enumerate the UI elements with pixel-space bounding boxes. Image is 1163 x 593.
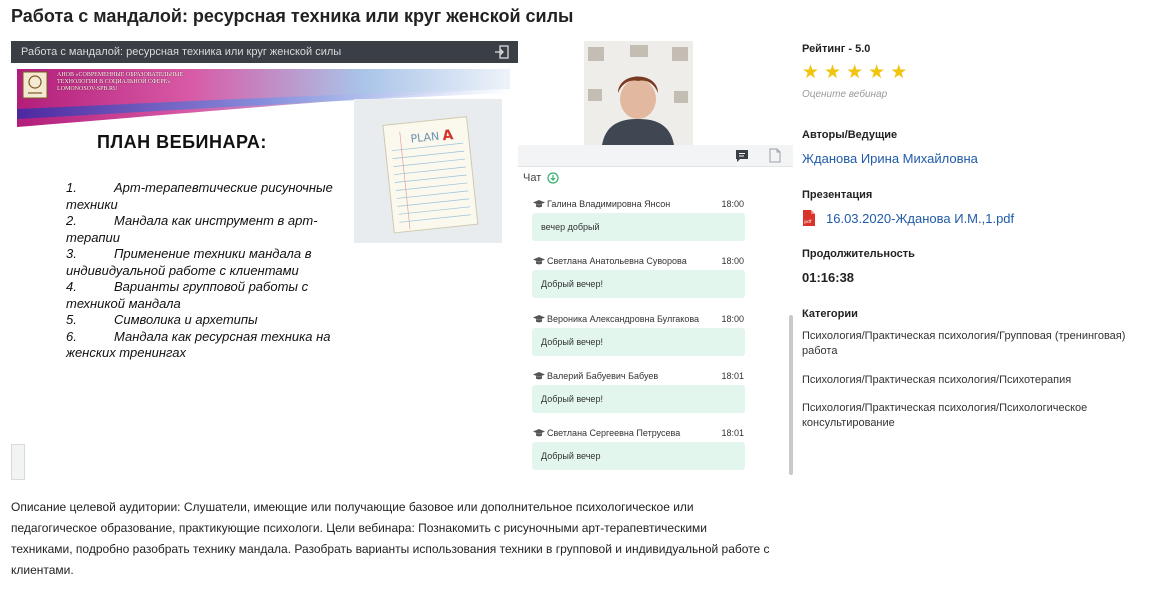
author-link[interactable]: Жданова Ирина Михайловна (802, 151, 978, 166)
chat-time: 18:01 (721, 371, 744, 381)
plan-item: 5. Символика и архетипы (66, 312, 258, 327)
plan-a-notepad-image: PLAN A (354, 99, 502, 243)
chat-message-text: вечер добрый (532, 213, 745, 241)
graduation-cap-icon (533, 315, 545, 323)
chat-message-text: Добрый вечер! (532, 328, 745, 356)
plan-item: 2. Мандала как инструмент в арт-терапии (66, 213, 318, 245)
star-icon[interactable]: ★ (846, 63, 863, 82)
chat-panel: Чат Галина Владимировна Янсон 18:00 вече… (518, 145, 793, 481)
chat-author: Светлана Сергеевна Петрусева (547, 428, 681, 438)
plan-item: 4. Варианты групповой работы с техникой м… (66, 279, 309, 311)
plan-item: 6. Мандала как ресурсная техника на женск… (66, 328, 331, 361)
rating-label: Рейтинг - 5.0 (802, 43, 871, 55)
graduation-cap-icon (533, 257, 545, 265)
chat-message-text: Добрый вечер! (532, 385, 745, 413)
player-title: Работа с мандалой: ресурсная техника или… (21, 46, 342, 58)
player-title-bar: Работа с мандалой: ресурсная техника или… (11, 41, 518, 63)
webinar-description: Описание целевой аудитории: Слушатели, и… (11, 500, 770, 577)
chat-message-text: Добрый вечер (532, 442, 745, 470)
chat-author: Галина Владимировна Янсон (547, 199, 671, 209)
svg-text:pdf: pdf (804, 219, 812, 225)
star-icon[interactable]: ★ (802, 63, 819, 82)
chat-author: Вероника Александровна Булгакова (547, 314, 700, 324)
slide-plan-title: ПЛАН ВЕБИНАРА: (97, 132, 267, 152)
chat-scrollbar[interactable] (789, 315, 793, 475)
page-title: Работа с мандалой: ресурсная техника или… (11, 6, 574, 26)
organization-logo-icon (22, 71, 48, 99)
star-icon[interactable]: ★ (890, 63, 907, 82)
pdf-file-icon[interactable]: pdf (802, 209, 816, 227)
category-link[interactable]: Психология/Практическая психология/Групп… (802, 329, 1132, 359)
rate-webinar-hint[interactable]: Оцените вебинар (802, 89, 887, 100)
slide-tool-strip[interactable] (11, 444, 25, 480)
chat-message: Галина Владимировна Янсон 18:00 вечер до… (532, 198, 745, 241)
download-info-icon[interactable] (547, 172, 559, 184)
chat-header: Чат (523, 172, 542, 184)
chat-time: 18:00 (721, 256, 744, 266)
duration-value: 01:16:38 (802, 270, 855, 285)
graduation-cap-icon (533, 429, 545, 437)
exit-fullscreen-icon[interactable] (494, 44, 510, 60)
svg-text:A: A (442, 127, 455, 144)
authors-label: Авторы/Ведущие (802, 129, 898, 141)
star-icon[interactable]: ★ (868, 63, 885, 82)
presenter-video[interactable] (584, 41, 693, 145)
slide-plan-list: 1. Арт-терапевтические рисуночные техники… (66, 180, 336, 362)
chat-message: Светлана Сергеевна Петрусева 18:01 Добры… (532, 427, 745, 470)
presentation-label: Презентация (802, 189, 873, 201)
chat-message-text: Добрый вечер! (532, 270, 745, 298)
chat-message: Валерий Бабуевич Бабуев 18:01 Добрый веч… (532, 370, 745, 413)
presentation-file-link[interactable]: 16.03.2020-Жданова И.М.,1.pdf (826, 211, 1014, 226)
chat-author: Светлана Анатольевна Суворова (547, 256, 687, 266)
duration-label: Продолжительность (802, 248, 915, 260)
plan-item: 1. Арт-терапевтические рисуночные техники (66, 180, 333, 212)
chat-time: 18:00 (721, 199, 744, 209)
chat-author: Валерий Бабуевич Бабуев (547, 371, 659, 381)
plan-item: 3. Применение техники мандала в индивидуа… (66, 246, 312, 278)
rating-stars[interactable]: ★ ★ ★ ★ ★ (802, 63, 912, 82)
chat-time: 18:00 (721, 314, 744, 324)
category-link[interactable]: Психология/Практическая психология/Психо… (802, 401, 1132, 431)
chat-bubble-icon[interactable] (735, 149, 749, 163)
category-link[interactable]: Психология/Практическая психология/Психо… (802, 373, 1132, 388)
banner-organization-text: АНОВ «СОВРЕМЕННЫЕ ОБРАЗОВАТЕЛЬНЫЕ ТЕХНОЛ… (57, 72, 184, 92)
presentation-slide: АНОВ «СОВРЕМЕННЫЕ ОБРАЗОВАТЕЛЬНЫЕ ТЕХНОЛ… (11, 63, 518, 481)
chat-toolbar (518, 145, 793, 167)
star-icon[interactable]: ★ (824, 63, 841, 82)
webinar-player: Работа с мандалой: ресурсная техника или… (11, 41, 518, 481)
graduation-cap-icon (533, 200, 545, 208)
chat-message: Вероника Александровна Булгакова 18:00 Д… (532, 313, 745, 356)
chat-message: Светлана Анатольевна Суворова 18:00 Добр… (532, 255, 745, 298)
document-icon[interactable] (769, 148, 781, 163)
graduation-cap-icon (533, 372, 545, 380)
categories-label: Категории (802, 308, 858, 320)
chat-time: 18:01 (721, 428, 744, 438)
